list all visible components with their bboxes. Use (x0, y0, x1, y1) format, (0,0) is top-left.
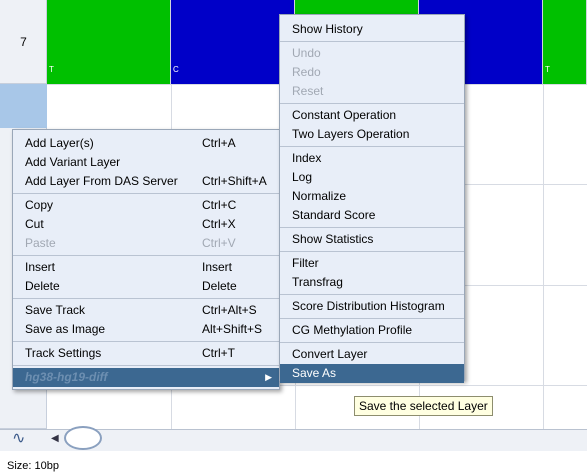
menu-item-shortcut: Insert (202, 260, 233, 274)
submenu-item-reset[interactable]: Reset (280, 82, 464, 101)
menu-separator (13, 255, 279, 256)
row-header-selected[interactable] (0, 84, 47, 128)
base-letter: T (545, 65, 550, 74)
menu-item-insert[interactable]: Insert Insert (13, 258, 279, 277)
menu-item-label: Save as Image (25, 322, 106, 336)
menu-item-label: Track Settings (25, 346, 102, 360)
menu-item-add-variant-layer[interactable]: Add Variant Layer (13, 153, 279, 172)
wave-tool-icon[interactable]: ∿ (12, 428, 25, 448)
submenu-item-standard-score[interactable]: Standard Score (280, 206, 464, 225)
menu-item-label: Reset (292, 84, 324, 98)
submenu-item-constant-operation[interactable]: Constant Operation (280, 106, 464, 125)
submenu-item-convert-layer[interactable]: Convert Layer (280, 345, 464, 364)
submenu-item-show-statistics[interactable]: Show Statistics (280, 230, 464, 249)
submenu-item-two-layers-operation[interactable]: Two Layers Operation (280, 125, 464, 144)
row-header-7[interactable]: 7 (0, 0, 47, 84)
menu-item-label: Save Track (25, 303, 86, 317)
menu-item-label: Add Layer From DAS Server (25, 174, 178, 188)
menu-separator (280, 41, 464, 42)
menu-item-label: Two Layers Operation (292, 127, 410, 141)
menu-item-add-layer-s[interactable]: Add Layer(s) Ctrl+A (13, 134, 279, 153)
menu-item-label: Add Variant Layer (25, 155, 121, 169)
sequence-cell: C (171, 0, 295, 84)
menu-item-shortcut: Ctrl+Alt+S (202, 303, 257, 317)
submenu-item-log[interactable]: Log (280, 168, 464, 187)
submenu-item-undo[interactable]: Undo (280, 44, 464, 63)
menu-separator (13, 298, 279, 299)
menu-separator (280, 103, 464, 104)
layer-submenu: Show History Undo Redo Reset Constant Operat… (279, 14, 465, 383)
menu-item-label: Paste (25, 236, 56, 250)
menu-separator (13, 341, 279, 342)
menu-item-label: Show Statistics (292, 232, 374, 246)
menu-item-label: Redo (292, 65, 321, 79)
menu-separator (280, 294, 464, 295)
sequence-cell: T (543, 0, 587, 84)
grid-line (543, 84, 544, 429)
layer-name-label: hg38-hg19-diff (25, 370, 108, 384)
menu-item-add-layer-from-das-server[interactable]: Add Layer From DAS Server Ctrl+Shift+A (13, 172, 279, 191)
menu-separator (280, 146, 464, 147)
menu-item-shortcut: Ctrl+A (202, 136, 236, 150)
menu-item-save-track[interactable]: Save Track Ctrl+Alt+S (13, 301, 279, 320)
menu-item-label: Score Distribution Histogram (292, 299, 445, 313)
submenu-item-score-distribution-histogram[interactable]: Score Distribution Histogram (280, 297, 464, 316)
menu-separator (280, 342, 464, 343)
menu-item-shortcut: Delete (202, 279, 237, 293)
sequence-cell: T (47, 0, 171, 84)
menu-item-label: Constant Operation (292, 108, 397, 122)
submenu-item-show-history[interactable]: Show History (280, 20, 464, 39)
menu-item-shortcut: Ctrl+T (202, 346, 235, 360)
menu-item-label: Delete (25, 279, 60, 293)
menu-item-track-settings[interactable]: Track Settings Ctrl+T (13, 344, 279, 363)
submenu-item-normalize[interactable]: Normalize (280, 187, 464, 206)
scroll-left-arrow-icon[interactable]: ◀ (51, 433, 59, 444)
menu-item-copy[interactable]: Copy Ctrl+C (13, 196, 279, 215)
menu-separator (13, 365, 279, 366)
base-letter: T (49, 65, 54, 74)
menu-separator (280, 227, 464, 228)
menu-item-label: Filter (292, 256, 319, 270)
submenu-item-filter[interactable]: Filter (280, 254, 464, 273)
base-letter: C (173, 65, 179, 74)
menu-separator (280, 251, 464, 252)
menu-item-cut[interactable]: Cut Ctrl+X (13, 215, 279, 234)
submenu-arrow-icon: ▶ (265, 372, 272, 382)
menu-item-label: Show History (292, 22, 363, 36)
menu-item-shortcut: Ctrl+C (202, 198, 237, 212)
menu-item-label: Standard Score (292, 208, 376, 222)
menu-separator (280, 318, 464, 319)
submenu-item-save-as[interactable]: Save As (280, 364, 464, 383)
menu-item-label: Insert (25, 260, 56, 274)
menu-item-label: Normalize (292, 189, 347, 203)
submenu-item-index[interactable]: Index (280, 149, 464, 168)
menu-item-label: Copy (25, 198, 54, 212)
menu-item-label: Save As (292, 366, 337, 380)
menu-separator (13, 193, 279, 194)
row-number: 7 (20, 35, 27, 49)
menu-item-label: Transfrag (292, 275, 343, 289)
menu-item-shortcut: Ctrl+V (202, 236, 236, 250)
submenu-item-transfrag[interactable]: Transfrag (280, 273, 464, 292)
submenu-item-cg-methylation-profile[interactable]: CG Methylation Profile (280, 321, 464, 340)
menu-item-label: Convert Layer (292, 347, 368, 361)
menu-item-shortcut: Alt+Shift+S (202, 322, 263, 336)
menu-item-save-as-image[interactable]: Save as Image Alt+Shift+S (13, 320, 279, 339)
submenu-item-redo[interactable]: Redo (280, 63, 464, 82)
menu-item-delete[interactable]: Delete Delete (13, 277, 279, 296)
tooltip: Save the selected Layer (354, 396, 493, 416)
menu-item-label: Index (292, 151, 322, 165)
menu-item-paste[interactable]: Paste Ctrl+V (13, 234, 279, 253)
menu-item-label: Add Layer(s) (25, 136, 94, 150)
menu-item-label: Cut (25, 217, 44, 231)
menu-item-label: Undo (292, 46, 321, 60)
menu-item-shortcut: Ctrl+X (202, 217, 236, 231)
track-context-menu: Add Layer(s) Ctrl+A Add Variant Layer Add L… (12, 129, 280, 390)
menu-item-shortcut: Ctrl+Shift+A (202, 174, 267, 188)
status-size: Size: 10bp (7, 460, 59, 472)
zoom-slider-knob[interactable] (64, 426, 102, 450)
menu-item-label: Log (292, 170, 313, 184)
submenu-trigger-layer[interactable]: hg38-hg19-diff ▶ (13, 368, 279, 387)
menu-item-label: CG Methylation Profile (292, 323, 413, 337)
